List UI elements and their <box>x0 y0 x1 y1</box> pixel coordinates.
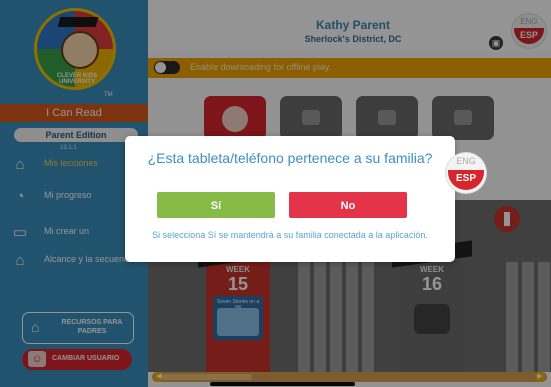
lang-eng-label: ENG <box>456 156 476 166</box>
dialog-language-toggle[interactable]: ENG ESP <box>446 153 486 193</box>
dialog-note: Si selecciona Sí se mantendrá a su famil… <box>152 230 428 240</box>
family-device-dialog: ¿Esta tableta/teléfono pertenece a su fa… <box>125 136 455 262</box>
lang-esp-label: ESP <box>448 170 484 190</box>
dialog-question: ¿Esta tableta/teléfono pertenece a su fa… <box>147 150 433 166</box>
no-button[interactable]: No <box>289 192 407 218</box>
app-root: CLEVER KIDS UNIVERSITY TM I Can Read Par… <box>0 0 551 387</box>
yes-button[interactable]: Sí <box>157 192 275 218</box>
